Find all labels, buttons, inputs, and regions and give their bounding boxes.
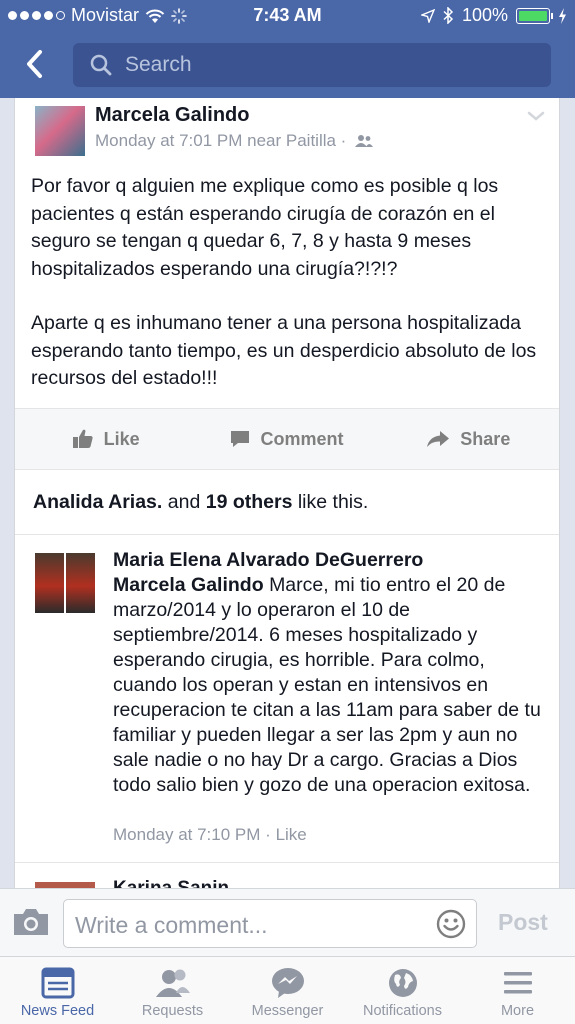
comment-body: Maria Elena Alvarado DeGuerrero Marcela … [113, 548, 553, 798]
tab-requests[interactable]: Requests [115, 957, 230, 1024]
comment-timestamp: Monday at 7:10 PM [113, 825, 261, 844]
comment-button[interactable]: Comment [196, 409, 377, 469]
back-chevron-icon[interactable] [18, 46, 54, 82]
search-icon [90, 54, 112, 76]
status-bar: Movistar 7:43 AM 100% [0, 0, 575, 32]
share-button[interactable]: Share [378, 409, 559, 469]
post-author-avatar[interactable] [35, 106, 85, 156]
tab-label: Messenger [251, 1003, 324, 1019]
tab-label: Notifications [363, 1003, 442, 1019]
globe-icon [388, 969, 417, 997]
top-navigation-bar: Movistar 7:43 AM 100% Search [0, 0, 575, 98]
likes-first-name: Analida Arias. [33, 491, 163, 513]
comment-composer: Write a comment... Post [0, 888, 575, 956]
search-bar[interactable]: Search [73, 43, 551, 87]
likes-others-count: 19 others [205, 491, 293, 513]
friends-audience-icon [355, 135, 374, 147]
comment-input[interactable]: Write a comment... [63, 899, 477, 948]
comment-text: Marce, mi tio entro el 20 de marzo/2014 … [113, 574, 541, 796]
menu-icon [503, 972, 532, 994]
likes-summary[interactable]: Analida Arias. and 19 others like this. [33, 491, 368, 514]
comment-like-link[interactable]: Like [276, 825, 307, 844]
post-paragraph: Aparte q es inhumano tener a una persona… [31, 312, 537, 389]
tab-messenger[interactable]: Messenger [230, 957, 345, 1024]
post-card: Marcela Galindo Monday at 7:01 PM near P… [14, 98, 560, 899]
comment-author-name[interactable]: Maria Elena Alvarado DeGuerrero [113, 548, 553, 573]
post-action-bar: Like Comment Share [15, 408, 559, 470]
commenter-avatar[interactable] [35, 553, 95, 613]
tab-label: News Feed [20, 1003, 95, 1019]
news-feed-icon [41, 967, 74, 999]
chevron-down-icon[interactable] [527, 110, 545, 122]
tab-label: Requests [141, 1003, 204, 1019]
post-timestamp-location: Monday at 7:01 PM near Paitilla · [95, 131, 347, 150]
battery-percentage: 100% [461, 5, 508, 25]
comment-label: Comment [260, 428, 344, 449]
comment-input-placeholder: Write a comment... [75, 912, 268, 938]
post-comment-button[interactable]: Post [498, 909, 548, 936]
search-placeholder: Search [125, 53, 192, 76]
bluetooth-icon [443, 7, 454, 24]
share-label: Share [460, 428, 511, 449]
share-arrow-icon [427, 431, 450, 447]
comment-mention[interactable]: Marcela Galindo [113, 574, 264, 596]
location-arrow-icon [420, 8, 435, 23]
comment-meta: Monday at 7:10 PM · Like [113, 825, 307, 844]
tab-label: More [500, 1003, 535, 1019]
bottom-tab-bar: News Feed Requests Messenger Notificatio… [0, 956, 575, 1024]
thumbs-up-icon [72, 429, 93, 448]
tab-news-feed[interactable]: News Feed [0, 957, 115, 1024]
tab-more[interactable]: More [460, 957, 575, 1024]
tab-notifications[interactable]: Notifications [345, 957, 460, 1024]
friend-requests-icon [155, 969, 190, 997]
messenger-icon [271, 968, 304, 998]
post-paragraph: Por favor q alguien me explique como es … [31, 175, 499, 280]
post-body: Por favor q alguien me explique como es … [31, 173, 546, 420]
emoji-smiley-icon[interactable] [436, 909, 466, 939]
like-label: Like [103, 428, 140, 449]
divider [15, 862, 559, 863]
battery-icon [516, 7, 553, 24]
charging-bolt-icon [559, 7, 566, 24]
divider [15, 534, 559, 535]
like-button[interactable]: Like [15, 409, 196, 469]
camera-icon[interactable] [12, 907, 50, 937]
post-author-name[interactable]: Marcela Galindo [95, 104, 250, 127]
comment-bubble-icon [231, 431, 250, 447]
